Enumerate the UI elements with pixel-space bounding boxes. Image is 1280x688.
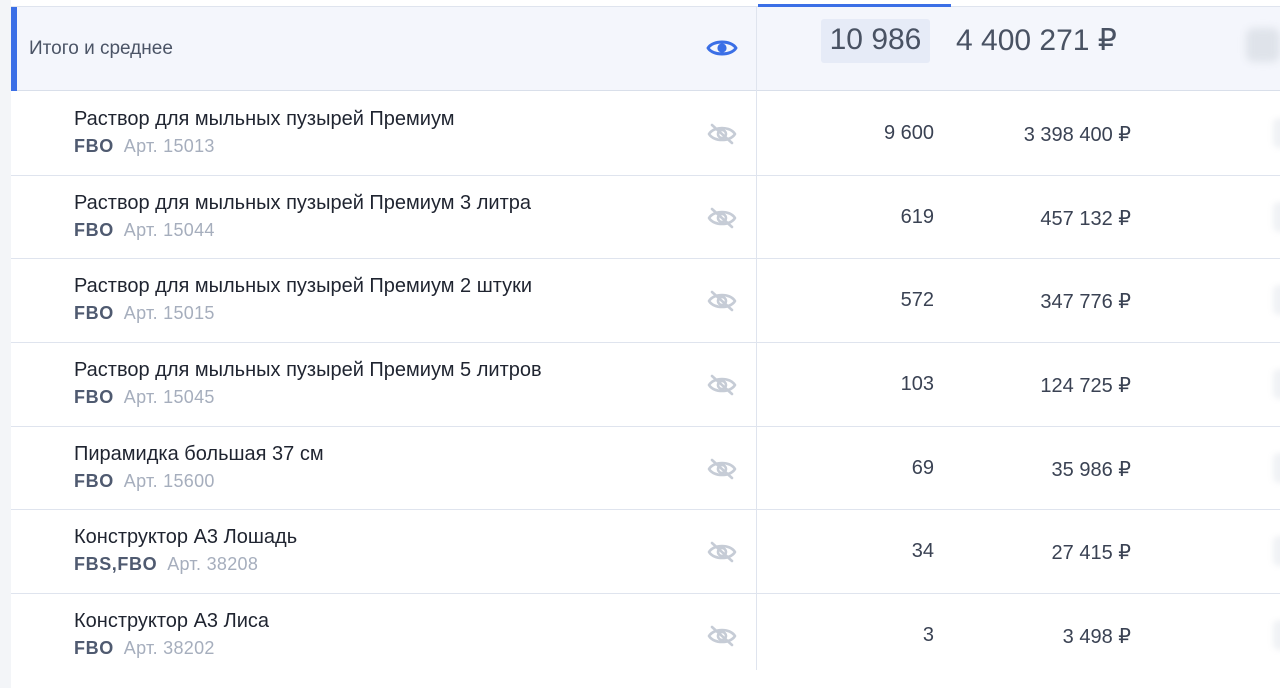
product-meta: FBO Арт. 15013 xyxy=(74,136,215,157)
fulfillment-scheme: FBS,FBO xyxy=(74,554,158,575)
product-meta: FBO Арт. 15044 xyxy=(74,220,215,241)
eye-off-icon[interactable] xyxy=(706,540,738,564)
blurred-column-cell xyxy=(1273,536,1280,567)
fulfillment-scheme: FBO xyxy=(74,638,114,659)
product-article: Арт. 15013 xyxy=(123,136,215,156)
product-name[interactable]: Конструктор А3 Лошадь xyxy=(74,526,297,549)
table-row[interactable]: Конструктор А3 Лошадь FBS,FBO Арт. 38208 34… xyxy=(11,510,1280,595)
fulfillment-scheme: FBO xyxy=(74,470,114,491)
product-name[interactable]: Раствор для мыльных пузырей Премиум 5 ли… xyxy=(74,359,542,382)
product-article: Арт. 38208 xyxy=(167,554,259,575)
fulfillment-scheme: FBO xyxy=(74,303,114,324)
eye-off-icon[interactable] xyxy=(706,206,738,230)
product-article: Арт. 38202 xyxy=(123,638,215,659)
product-article: Арт. 15600 xyxy=(123,470,215,491)
blurred-column-cell xyxy=(1246,28,1280,62)
blurred-column-cell xyxy=(1273,118,1280,148)
product-name[interactable]: Конструктор А3 Лиса xyxy=(74,610,269,633)
blurred-column-cell xyxy=(1273,369,1280,400)
eye-off-icon[interactable] xyxy=(706,457,738,481)
qty-value: 3 xyxy=(922,624,934,647)
revenue-value: 124 725 ₽ xyxy=(1040,375,1131,398)
table-row[interactable]: Пирамидка большая 37 см FBO Арт. 15600 69 35… xyxy=(11,427,1280,511)
qty-value: 34 xyxy=(911,540,934,563)
product-meta: FBO Арт. 15600 xyxy=(74,471,215,492)
eye-off-icon[interactable] xyxy=(706,373,738,397)
qty-value: 9 600 xyxy=(883,122,934,144)
blurred-column-cell xyxy=(1273,452,1280,483)
revenue-value: 35 986 ₽ xyxy=(1051,458,1131,481)
revenue-value: 3 398 400 ₽ xyxy=(1023,124,1131,146)
product-name[interactable]: Пирамидка большая 37 см xyxy=(74,443,324,466)
qty-value: 619 xyxy=(900,205,934,228)
table-row[interactable]: Раствор для мыльных пузырей Премиум 5 ли… xyxy=(11,343,1280,427)
active-column-indicator xyxy=(758,4,951,7)
table-row[interactable]: Конструктор А3 Лиса FBO Арт. 38202 3 3 498 ₽ xyxy=(11,594,1280,678)
summary-accent-bar xyxy=(11,7,17,91)
blurred-column-cell xyxy=(1273,285,1280,316)
blurred-column-cell xyxy=(1273,201,1280,232)
report-table: Итого и среднее 10 986 4 400 271 ₽ Раств… xyxy=(0,0,1280,688)
total-qty-value: 10 986 xyxy=(829,23,922,56)
eye-icon[interactable] xyxy=(706,37,738,59)
fulfillment-scheme: FBO xyxy=(74,387,114,408)
table-row[interactable]: Раствор для мыльных пузырей Премиум 2 шт… xyxy=(11,259,1280,344)
fulfillment-scheme: FBO xyxy=(74,136,114,156)
qty-value: 572 xyxy=(900,289,934,312)
product-article: Арт. 15045 xyxy=(123,387,215,408)
left-edge-strip xyxy=(0,0,11,688)
revenue-value: 27 415 ₽ xyxy=(1051,542,1131,565)
product-meta: FBO Арт. 15015 xyxy=(74,303,215,324)
eye-off-icon[interactable] xyxy=(706,624,738,648)
product-article: Арт. 15015 xyxy=(123,303,215,324)
revenue-value: 457 132 ₽ xyxy=(1040,207,1131,230)
qty-value: 103 xyxy=(900,373,934,396)
revenue-value: 3 498 ₽ xyxy=(1062,626,1131,649)
total-revenue-value: 4 400 271 ₽ xyxy=(956,24,1117,57)
product-meta: FBO Арт. 15045 xyxy=(74,387,215,408)
revenue-value: 347 776 ₽ xyxy=(1040,291,1131,314)
qty-value: 69 xyxy=(911,456,934,479)
summary-label: Итого и среднее xyxy=(29,38,173,59)
table-row[interactable]: Раствор для мыльных пузырей Премиум 3 ли… xyxy=(11,176,1280,260)
eye-off-icon[interactable] xyxy=(706,289,738,313)
table-row[interactable]: Раствор для мыльных пузырей Премиум FBO Ар… xyxy=(11,92,1280,176)
fulfillment-scheme: FBO xyxy=(74,219,114,240)
product-name[interactable]: Раствор для мыльных пузырей Премиум 3 ли… xyxy=(74,192,531,215)
product-list: Раствор для мыльных пузырей Премиум FBO Ар… xyxy=(11,92,1280,678)
product-article: Арт. 15044 xyxy=(123,219,215,240)
product-name[interactable]: Раствор для мыльных пузырей Премиум 2 шт… xyxy=(74,275,532,298)
product-meta: FBS,FBO Арт. 38208 xyxy=(74,554,258,575)
eye-off-icon[interactable] xyxy=(706,122,738,146)
product-meta: FBO Арт. 38202 xyxy=(74,638,215,659)
product-name[interactable]: Раствор для мыльных пузырей Премиум xyxy=(74,108,455,131)
blurred-column-cell xyxy=(1273,620,1280,651)
